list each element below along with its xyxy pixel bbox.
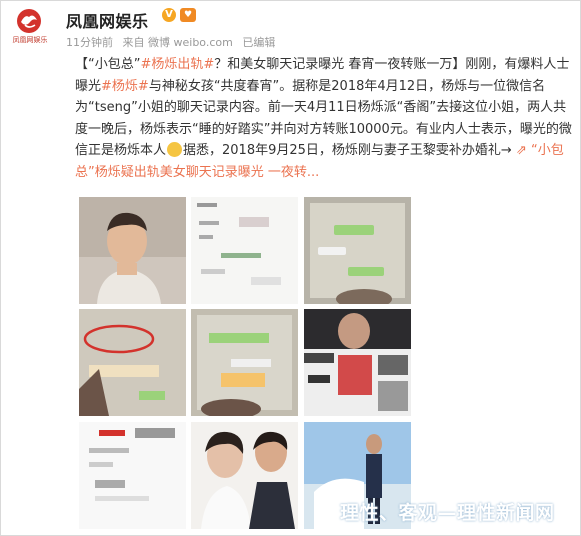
thinking-emoji [167,142,183,157]
chat-screenshot-2[interactable] [304,197,411,304]
post-time[interactable]: 11分钟前 [66,36,113,49]
chat-screenshot-5[interactable] [79,422,186,529]
post-meta: 11分钟前 来自 微博 weibo.com 已编辑 [66,34,281,50]
v-badge-icon: V [162,8,176,22]
chat-screenshot-4[interactable] [191,309,298,416]
post-text: 【“小包总”#杨烁出轨#？和美女聊天记录曝光 春宵一夜转账一万】刚刚，有爆料人士… [75,54,575,183]
logo-caption: 凤凰网娱乐 [12,36,48,44]
watermark-text: 理性、客观—理性新闻网 [340,502,555,524]
post-text-segment: 【“小包总” [75,57,141,72]
vip-icon: ♥ [180,8,196,22]
chat-screenshot-1[interactable] [191,197,298,304]
hashtag-link[interactable]: #杨烁出轨# [140,57,214,72]
post-source: 来自 微博 weibo.com [122,36,233,49]
photo-portrait[interactable] [79,197,186,304]
phoenix-logo-icon [17,9,41,33]
author-name[interactable]: 凤凰网娱乐 [66,8,149,32]
post-text-segment: 据悉，2018年9月25日，杨烁刚与妻子王黎雯补办婚礼→ [183,143,516,158]
post-status: 已编辑 [242,36,276,49]
photo-couple-collage[interactable] [304,309,411,416]
chat-screenshot-3[interactable] [79,309,186,416]
photo-wedding-1[interactable] [191,422,298,529]
hashtag-link[interactable]: #杨烁# [101,79,149,94]
